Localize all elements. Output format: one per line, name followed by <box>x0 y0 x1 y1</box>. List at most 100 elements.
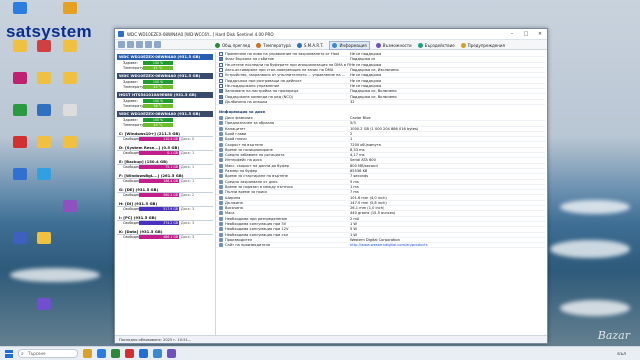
desktop-icon[interactable] <box>30 136 58 166</box>
disk-header[interactable]: WDC WD10EZEX-08WN4A0 (931.5 GB) <box>117 73 213 79</box>
partition-disk-label: Диск: 2 <box>181 193 195 198</box>
info-value: 26.1 mm (1,0 inch) <box>350 206 385 211</box>
app-icon <box>63 200 77 212</box>
tab-5[interactable]: Бърздействие <box>417 42 455 48</box>
feature-checkbox[interactable] <box>219 52 223 57</box>
tab-0[interactable]: Общ преглед <box>215 42 250 48</box>
tab-4[interactable]: Възможности <box>375 42 412 48</box>
desktop-icon[interactable] <box>56 72 84 102</box>
minimize-button[interactable]: – <box>505 29 519 40</box>
taskbar-app-icon[interactable] <box>97 349 106 358</box>
help-icon[interactable] <box>154 41 161 48</box>
info-label: Маса <box>225 211 235 216</box>
manufacturer-link[interactable]: http://www.westerndigital.com/en/product… <box>350 243 428 247</box>
feature-value: Не се поддържа <box>350 62 382 67</box>
info-label: Производител <box>225 237 253 242</box>
info-value: 1 ms <box>350 184 359 189</box>
desktop-icon[interactable] <box>56 104 84 134</box>
info-icon <box>219 232 223 237</box>
taskbar-app-icon[interactable] <box>153 349 162 358</box>
feature-checkbox[interactable] <box>219 68 223 73</box>
feature-checkbox[interactable] <box>219 57 223 62</box>
search-input[interactable]: Търсене <box>18 349 78 358</box>
tab-bar: Общ преглед Температура S.M.A.R.T. Информац… <box>215 40 511 50</box>
hard-disk-sentinel-window: WDC WD10EZEX-08WN4A0 [WD-WCC6Y...] Hard … <box>114 28 548 344</box>
info-value: 5 ms <box>350 179 359 184</box>
desktop-icon[interactable] <box>30 232 58 262</box>
feature-checkbox[interactable] <box>219 73 223 78</box>
info-label: Скорост на въртене <box>225 142 264 147</box>
desktop-icon[interactable] <box>30 104 58 134</box>
info-icon <box>219 200 223 205</box>
partition-free-row: Свободен: 0.1 GB Диск: 1 <box>117 151 213 157</box>
partition-free-bar: 560.2 GB <box>139 193 179 198</box>
taskbar-app-icon[interactable] <box>167 349 176 358</box>
close-button[interactable]: × <box>533 29 547 40</box>
taskbar-app-icon[interactable] <box>83 349 92 358</box>
feature-checkbox[interactable] <box>219 83 223 88</box>
feature-checkbox[interactable] <box>219 62 223 67</box>
app-icon <box>37 298 51 310</box>
tab-1[interactable]: Температура <box>256 42 291 48</box>
desktop-icon[interactable] <box>56 136 84 166</box>
language-indicator[interactable]: БЪЛ <box>617 351 626 356</box>
wave-decoration <box>550 240 630 258</box>
tab-2[interactable]: S.M.A.R.T. <box>296 42 323 48</box>
desktop-icon[interactable] <box>56 200 84 230</box>
app-icon <box>13 72 27 84</box>
tab-icon <box>256 42 262 48</box>
info-icon <box>219 243 223 248</box>
feature-checkbox[interactable] <box>219 94 223 99</box>
info-section-title[interactable]: Информация за диск <box>219 109 545 115</box>
desktop-icon[interactable] <box>56 40 84 70</box>
maximize-button[interactable]: □ <box>519 29 533 40</box>
disk-header[interactable]: WDC WD10EZEX-08WN4A0 (931.5 GB) <box>117 111 213 117</box>
desktop-icon[interactable] <box>56 2 84 32</box>
app-icon <box>63 136 77 148</box>
tab-6[interactable]: Предупреждения <box>460 42 505 48</box>
feature-checkbox[interactable] <box>219 78 223 83</box>
title-bar: WDC WD10EZEX-08WN4A0 [WD-WCC6Y...] Hard … <box>115 29 547 40</box>
partition-disk-label: Диск: 1 <box>181 151 195 156</box>
taskbar-app-icon[interactable] <box>125 349 134 358</box>
tab-icon <box>417 42 423 48</box>
partition-free-bar: 0.1 GB <box>139 151 179 156</box>
taskbar-app-icon[interactable] <box>139 349 148 358</box>
refresh-icon[interactable] <box>118 41 125 48</box>
app-icon <box>63 104 77 116</box>
report-icon[interactable] <box>127 41 134 48</box>
feature-label: Запазване на настройка на прозореца <box>225 89 299 94</box>
tab-3[interactable]: Информация <box>329 40 370 50</box>
metric-value: 38 °C <box>143 104 173 109</box>
feature-checkbox[interactable] <box>219 89 223 94</box>
app-icon <box>37 72 51 84</box>
info-icon <box>219 158 223 163</box>
tab-icon <box>460 42 466 48</box>
desktop-icon[interactable] <box>30 72 58 102</box>
partition-free-label: Свободен: <box>123 221 142 226</box>
disk-metric-row: Температура: 40 °C <box>117 123 213 129</box>
settings-icon[interactable] <box>136 41 143 48</box>
disk-header[interactable]: WDC WD10EZEX-08WN4A0 (931.5 GB) <box>117 54 213 60</box>
app-icon <box>13 2 27 14</box>
info-label: Необходима консумация при 5V <box>225 222 287 227</box>
start-button[interactable] <box>5 349 13 358</box>
test-icon[interactable] <box>145 41 152 48</box>
info-label: Макс. скорост на данни до буфер <box>225 163 290 168</box>
desktop-icon[interactable] <box>30 168 58 198</box>
info-value: 8,33 ms <box>350 147 365 152</box>
partition-free-label: Свободен: <box>123 207 142 212</box>
desktop-icon[interactable] <box>30 40 58 70</box>
feature-value: Поддържа се <box>350 57 376 62</box>
tab-label: Бърздействие <box>424 42 455 48</box>
metric-value: 100 % <box>143 79 173 84</box>
desktop-icon[interactable] <box>6 2 34 32</box>
taskbar-app-icon[interactable] <box>111 349 120 358</box>
info-icon <box>219 190 223 195</box>
info-value: 2 <box>350 132 353 136</box>
desktop-icon[interactable] <box>30 298 58 328</box>
partition-free-row: Свободен: 374.2 GB Диск: 3 <box>117 221 213 227</box>
info-icon <box>219 147 223 152</box>
info-label: Време за стартиране на въртене <box>225 174 288 179</box>
feature-checkbox[interactable] <box>219 99 223 104</box>
